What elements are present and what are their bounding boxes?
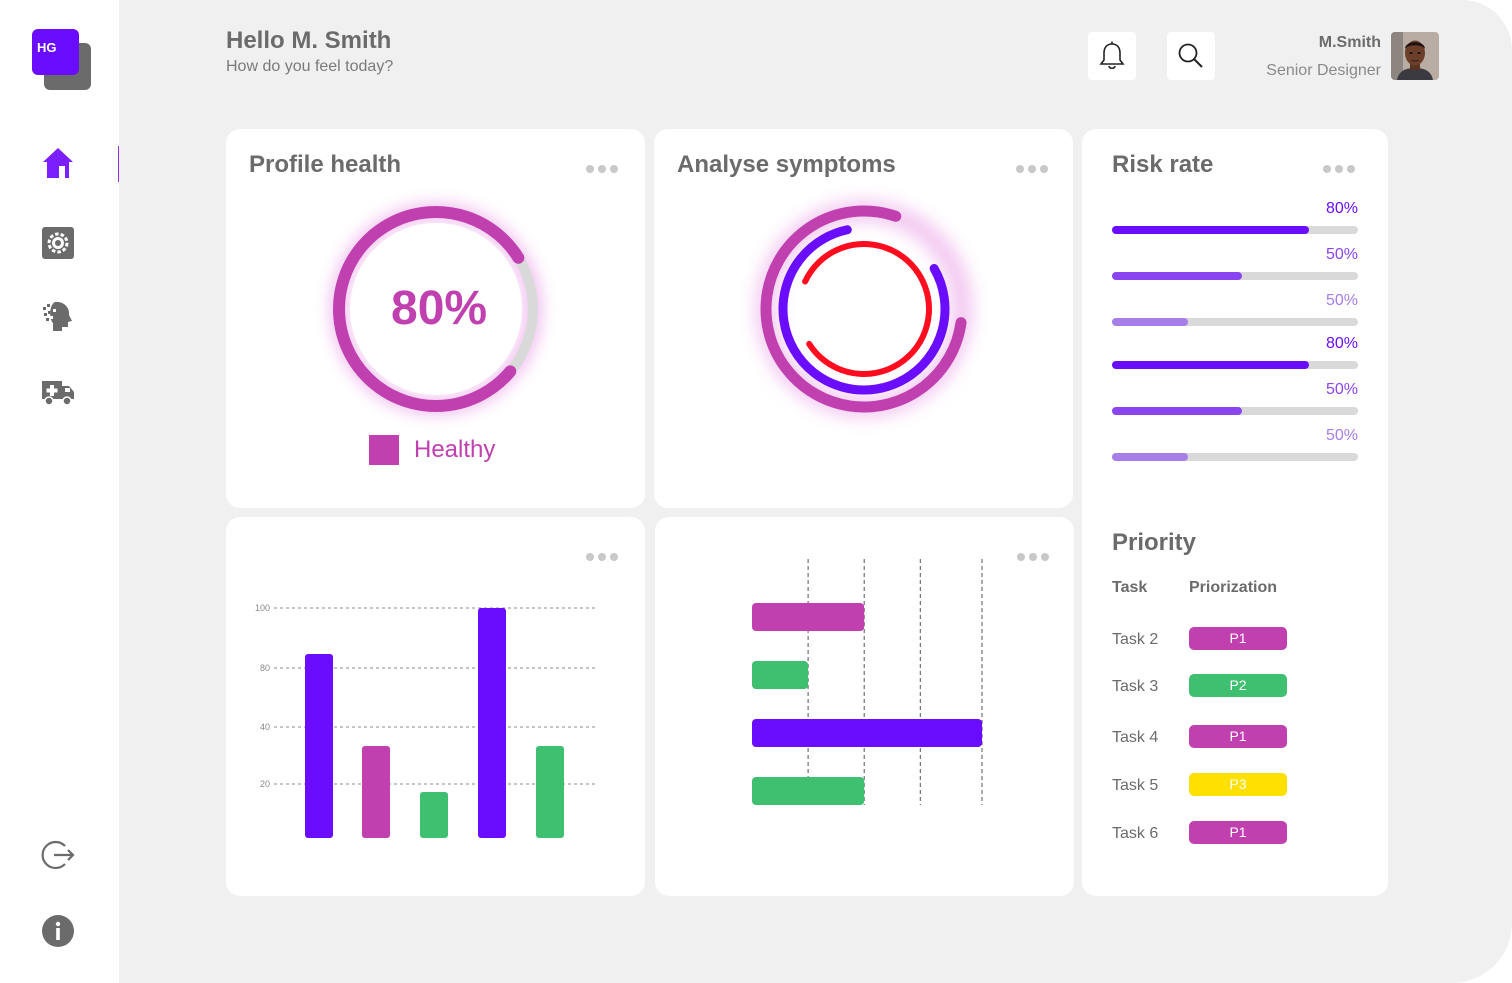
more-menu-icon[interactable] [1016, 165, 1048, 173]
user-role: Senior Designer [1266, 62, 1381, 79]
health-percent: 80% [391, 282, 488, 335]
priority-badge[interactable]: P1 [1189, 627, 1287, 650]
risk-bar [1112, 272, 1358, 280]
risk-bar-fill [1112, 361, 1309, 369]
risk-label: 50% [1325, 427, 1358, 444]
vertical-bar-card: 100 80 40 20 [226, 517, 645, 896]
risk-bar [1112, 361, 1358, 369]
sidebar: HG [0, 0, 120, 983]
risk-bar-fill [1112, 407, 1243, 415]
bar [752, 777, 865, 805]
info-icon[interactable] [40, 913, 76, 949]
analyse-symptoms-title: Analyse symptoms [677, 151, 896, 178]
priority-task-name: Task 6 [1112, 825, 1159, 842]
ring-middle [778, 223, 950, 395]
bar [752, 661, 809, 689]
risk-label: 80% [1325, 200, 1358, 217]
logo-text: HG [37, 40, 57, 55]
notifications-button[interactable] [1088, 32, 1136, 80]
priority-task-name: Task 5 [1112, 777, 1159, 794]
symptoms-rings [757, 202, 971, 416]
y-tick-label: 20 [260, 779, 270, 789]
vertical-bar-chart: 100 80 40 20 [255, 603, 598, 838]
priority-badge[interactable]: P1 [1189, 725, 1287, 748]
ambulance-icon[interactable] [40, 374, 76, 410]
priority-badge[interactable]: P2 [1189, 674, 1287, 697]
ai-head-icon[interactable] [40, 298, 76, 334]
ring-inner [796, 241, 933, 377]
risk-rate-title: Risk rate [1112, 151, 1214, 178]
bell-icon [1099, 41, 1125, 70]
greeting-subtitle: How do you feel today? [226, 58, 394, 75]
priority-badge[interactable]: P1 [1189, 821, 1287, 844]
greeting-title: Hello M. Smith [226, 27, 392, 54]
app-logo[interactable]: HG [32, 29, 92, 91]
more-menu-icon[interactable] [586, 165, 618, 173]
risk-bar-fill [1112, 318, 1189, 326]
y-tick-label: 100 [255, 603, 270, 613]
risk-bar-fill [1112, 453, 1189, 461]
risk-bar-fill [1112, 226, 1309, 234]
analyse-symptoms-card: Analyse symptoms [654, 129, 1073, 508]
user-name: M.Smith [1318, 34, 1381, 51]
risk-bar-fill [1112, 272, 1243, 280]
risk-label: 50% [1325, 292, 1358, 309]
risk-bar [1112, 407, 1358, 415]
bar [478, 608, 506, 838]
bar [752, 603, 865, 631]
priority-task-name: Task 3 [1112, 678, 1159, 695]
health-legend: Healthy [369, 435, 495, 465]
logo-badge: HG [32, 29, 79, 75]
priority-badge[interactable]: P3 [1189, 773, 1287, 796]
risk-bar [1112, 318, 1358, 326]
bar [536, 746, 564, 838]
home-icon[interactable] [40, 145, 76, 181]
avatar[interactable] [1391, 32, 1439, 80]
priority-task-name: Task 4 [1112, 729, 1159, 746]
risk-bar [1112, 453, 1358, 461]
priority-title: Priority [1112, 529, 1197, 556]
risk-label: 50% [1325, 381, 1358, 398]
more-menu-icon[interactable] [1323, 165, 1355, 173]
settings-icon[interactable] [40, 225, 76, 261]
y-tick-label: 40 [260, 722, 270, 732]
risk-bar [1112, 226, 1358, 234]
profile-health-title: Profile health [249, 151, 402, 178]
y-tick-label: 80 [260, 663, 270, 673]
risk-priority-card: Risk rate 80% 50% 50% 80% 50% 50% Priority Ta… [1082, 129, 1388, 896]
risk-label: 50% [1325, 246, 1358, 263]
bar [752, 719, 982, 747]
logout-icon[interactable] [40, 837, 76, 873]
legend-label: Healthy [414, 436, 496, 463]
priority-col-task: Task [1112, 579, 1148, 596]
horizontal-bar-card [655, 517, 1074, 896]
risk-label: 80% [1325, 335, 1358, 352]
legend-swatch [369, 435, 399, 465]
bar [305, 654, 333, 838]
priority-task-name: Task 2 [1112, 631, 1159, 648]
horizontal-bar-chart [752, 559, 983, 805]
search-icon [1178, 43, 1203, 68]
bar [362, 746, 390, 838]
profile-health-card: Profile health 80% Healthy [226, 129, 645, 508]
search-button[interactable] [1167, 32, 1215, 80]
priority-col-prio: Priorization [1189, 579, 1278, 596]
bar [420, 792, 448, 838]
